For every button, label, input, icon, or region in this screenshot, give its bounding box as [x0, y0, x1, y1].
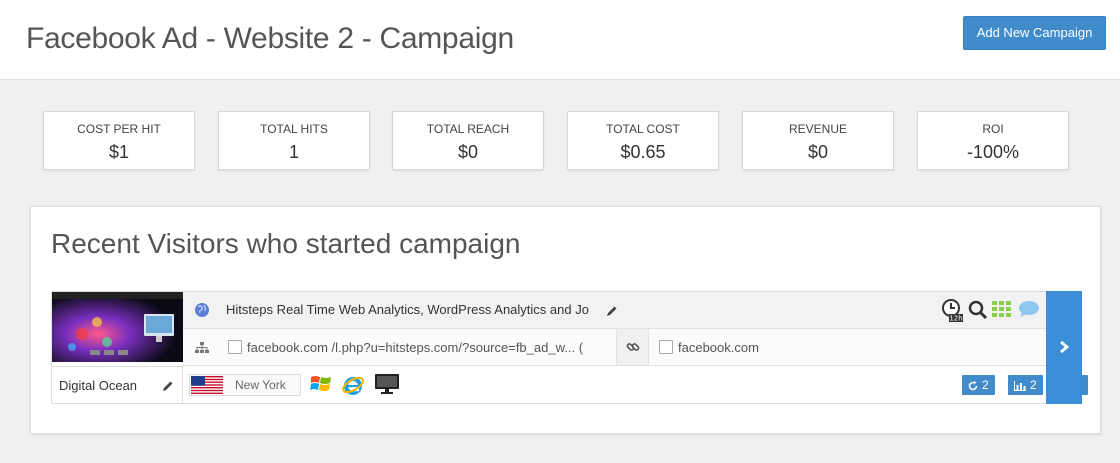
stat-total-reach: TOTAL REACH $0: [392, 111, 544, 170]
city-name: New York: [235, 378, 286, 392]
chevron-right-icon: [1060, 340, 1070, 354]
stat-label: TOTAL HITS: [260, 122, 328, 136]
stat-roi: ROI -100%: [917, 111, 1069, 170]
referrer-domain[interactable]: facebook.com: [659, 339, 859, 357]
page-header: Facebook Ad - Website 2 - Campaign Add N…: [0, 0, 1120, 80]
add-new-campaign-button[interactable]: Add New Campaign: [963, 16, 1106, 50]
stat-label: REVENUE: [788, 122, 847, 136]
grid-icon[interactable]: [992, 301, 1012, 322]
page-screenshot-thumbnail[interactable]: [52, 292, 183, 362]
referrer-domain-text: facebook.com: [678, 340, 759, 355]
stat-label: ROI: [982, 122, 1004, 136]
globe-icon: [194, 302, 210, 323]
pageviews-count: 2: [1030, 378, 1037, 392]
desktop-monitor-icon: [374, 373, 400, 400]
stat-value: $0.65: [620, 142, 666, 162]
pageviews-count-button[interactable]: 2: [1008, 375, 1043, 395]
stat-value: -100%: [966, 142, 1020, 162]
clock-icon[interactable]: 12h: [941, 299, 965, 328]
panel-title: Recent Visitors who started campaign: [51, 228, 521, 259]
referrer-row: facebook.com /l.php?u=hitsteps.com/?sour…: [183, 329, 1046, 366]
stat-revenue: REVENUE $0: [742, 111, 894, 170]
internet-explorer-icon: [341, 373, 365, 402]
stat-cost-per-hit: COST PER HIT $1: [43, 111, 195, 170]
chat-bubble-icon[interactable]: [1018, 300, 1040, 323]
pencil-icon[interactable]: [606, 304, 618, 322]
stat-label: TOTAL COST: [606, 122, 680, 136]
visited-page-title[interactable]: Hitsteps Real Time Web Analytics, WordPr…: [226, 302, 589, 317]
stat-value: 1: [288, 142, 299, 162]
link-cell: [616, 329, 649, 365]
stat-total-cost: TOTAL COST $0.65: [567, 111, 719, 170]
stat-value: $1: [108, 142, 130, 162]
time-badge: 12h: [949, 315, 962, 323]
host-cell: Digital Ocean: [52, 366, 183, 404]
referrer-checkbox[interactable]: [228, 340, 242, 354]
visits-count: 2: [982, 378, 989, 392]
location[interactable]: New York: [189, 374, 301, 396]
sitemap-icon: [195, 341, 209, 359]
visitor-row: Digital Ocean Hitsteps Real Time Web Ana…: [51, 291, 1088, 404]
stat-label: TOTAL REACH: [426, 122, 510, 136]
us-flag-icon: [191, 376, 223, 394]
page-title-row: Hitsteps Real Time Web Analytics, WordPr…: [183, 292, 1046, 329]
stat-total-hits: TOTAL HITS 1: [218, 111, 370, 170]
stat-value: $0: [807, 142, 829, 162]
stat-label: COST PER HIT: [77, 122, 161, 136]
visitor-info-row: New York 2 2: [183, 366, 1088, 403]
windows-icon: [310, 373, 332, 400]
page-title: Facebook Ad - Website 2 - Campaign: [26, 22, 514, 55]
host-name: Digital Ocean: [59, 378, 138, 393]
referrer-url[interactable]: facebook.com /l.php?u=hitsteps.com/?sour…: [228, 339, 616, 357]
visits-count-button[interactable]: 2: [962, 375, 995, 395]
stat-value: $0: [457, 142, 479, 162]
search-icon[interactable]: [968, 300, 988, 325]
pencil-icon[interactable]: [162, 379, 174, 397]
next-visitor-button[interactable]: [1046, 291, 1082, 404]
link-icon: [626, 340, 640, 359]
recent-visitors-panel: Recent Visitors who started campaign Dig…: [30, 206, 1101, 434]
referrer-domain-checkbox[interactable]: [659, 340, 673, 354]
referrer-url-text: facebook.com /l.php?u=hitsteps.com/?sour…: [247, 340, 584, 355]
